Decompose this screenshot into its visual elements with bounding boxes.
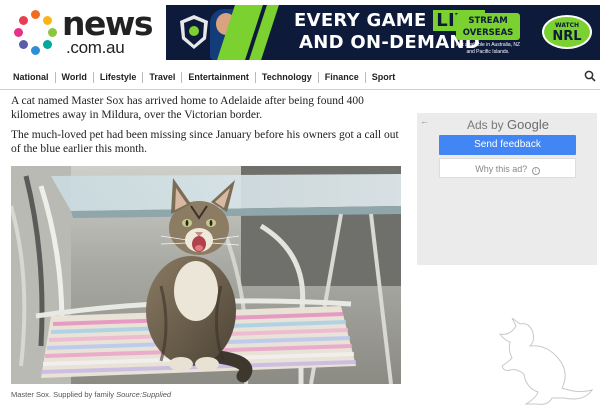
nav-item-national[interactable]: National [13,72,55,83]
nrl-label: NRL [552,29,582,44]
cat-photo-image [11,166,401,384]
nav-item-sport[interactable]: Sport [364,72,402,83]
caption-text: Master Sox. Supplied by family [11,390,114,399]
nav-item-entertainment[interactable]: Entertainment [181,72,255,83]
ad-panel: ← Ads by Google Send feedback Why this a… [417,113,597,265]
logo-domain: .com.au [66,38,125,57]
logo-dots-icon [14,10,58,55]
news-logo[interactable]: news .com.au [14,4,159,57]
nrl-banner-ad[interactable]: EVERY GAME LIVE AND ON-DEMAND STREAM OVE… [166,5,600,60]
kangaroo-watermark [486,317,598,414]
nav-item-technology[interactable]: Technology [254,72,318,83]
article-paragraph-2: The much-loved pet had been missing sinc… [11,129,399,155]
nav-item-world[interactable]: World [54,72,93,83]
nav-items: National World Lifestyle Travel Entertainmen… [13,72,401,83]
send-feedback-button[interactable]: Send feedback [439,135,576,155]
nav-item-travel[interactable]: Travel [142,72,181,83]
logo-word: news [62,4,154,43]
google-wordmark: Google [507,117,549,132]
nrl-premiership-badge-icon [180,15,208,49]
nav-item-finance[interactable]: Finance [317,72,365,83]
article-paragraph-1: A cat named Master Sox has arrived home … [11,95,364,121]
watch-nrl-logo: WATCH NRL [542,15,592,49]
info-icon: i [531,167,540,175]
why-this-ad-button[interactable]: Why this ad? i [439,158,576,178]
stream-overseas-badge: STREAM OVERSEAS [456,13,520,40]
caption-source: Source:Supplied [116,390,172,399]
article-photo[interactable] [11,166,401,384]
why-this-ad-label: Why this ad? [475,164,528,174]
kangaroo-icon [498,317,594,405]
nav-item-lifestyle[interactable]: Lifestyle [92,72,143,83]
stream-disclaimer: Not available in Australia, NZ and Pacif… [455,42,521,55]
main-nav: National World Lifestyle Travel Entertainmen… [0,66,600,90]
photo-caption: Master Sox. Supplied by family Source:Su… [11,390,171,399]
site-header: news .com.au EVERY GAME LIVE AND ON-DEMA… [0,0,600,64]
search-icon[interactable] [584,70,596,82]
ads-by-google: Ads by Google [467,117,549,132]
back-arrow-icon[interactable]: ← [420,116,429,126]
